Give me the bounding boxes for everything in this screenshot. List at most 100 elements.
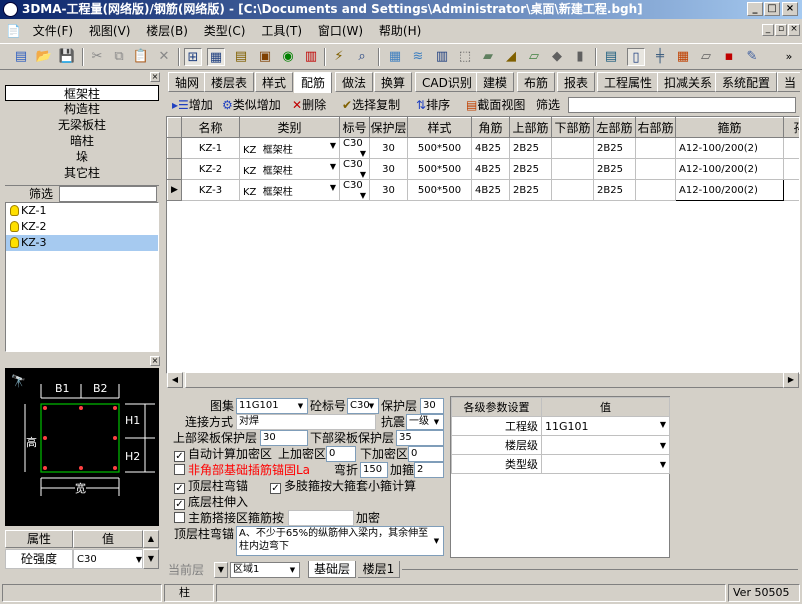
tab-current[interactable]: 当	[777, 72, 800, 92]
grid-view-icon[interactable]: ▤	[232, 48, 250, 66]
cell-style[interactable]: 500*500	[407, 158, 472, 180]
cell-right-bar[interactable]	[635, 179, 676, 201]
tab-axis-grid[interactable]: 轴网	[168, 72, 207, 92]
roof-icon[interactable]: ◆	[548, 48, 566, 66]
overlap-checkbox[interactable]: 主筋搭接区箍筋按	[174, 510, 284, 526]
col-grade[interactable]: 标号	[339, 117, 370, 138]
cell-name[interactable]: KZ-1	[181, 137, 240, 159]
add-stirrup-input[interactable]: 2	[414, 462, 444, 478]
mdi-close-button[interactable]: ×	[788, 24, 800, 36]
col-name[interactable]: 名称	[181, 117, 240, 138]
param-value-select[interactable]: ▼	[541, 454, 670, 474]
tab-cad-recognition[interactable]: CAD识别	[415, 72, 479, 92]
cell-corner-bar[interactable]: 4B25	[471, 179, 510, 201]
cell-left-bar[interactable]: 2B25	[593, 137, 636, 159]
tab-rebar-layout[interactable]: 布筋	[517, 72, 556, 92]
close-button[interactable]: ×	[782, 2, 798, 16]
cell-style[interactable]: 500*500	[407, 137, 472, 159]
image-view-icon[interactable]: ▣	[256, 48, 274, 66]
floor-icon[interactable]: ▱	[525, 48, 543, 66]
mdi-min-button[interactable]: _	[762, 24, 774, 36]
grid-filter-input[interactable]	[568, 97, 796, 113]
document-icon[interactable]: 📄	[0, 20, 23, 42]
stair-icon[interactable]: ▤	[602, 48, 620, 66]
cell-category[interactable]: KZ 框架柱 ▼	[239, 158, 340, 180]
delete-button[interactable]: ✕删除	[292, 95, 326, 115]
cell-left-bar[interactable]: 2B25	[593, 158, 636, 180]
col-style[interactable]: 样式	[407, 117, 472, 138]
category-other-column[interactable]: 其它柱	[5, 165, 159, 181]
toolbar-overflow-icon[interactable]: »	[780, 48, 798, 66]
category-flat-slab-column[interactable]: 无梁板柱	[5, 117, 159, 133]
concrete-grade-select[interactable]: C30 ▼	[347, 398, 379, 414]
copy-icon[interactable]: ⧉	[110, 48, 128, 66]
cell-category[interactable]: KZ 框架柱 ▼	[239, 179, 340, 201]
menu-tools[interactable]: 工具(T)	[255, 20, 308, 42]
filter-input[interactable]	[59, 186, 157, 202]
menu-floor[interactable]: 楼层(B)	[140, 20, 194, 42]
category-frame-column[interactable]: 框架柱	[5, 85, 159, 101]
cell-bottom-bar[interactable]	[551, 179, 594, 201]
floor-dropdown-icon[interactable]: ▼	[214, 562, 228, 578]
cell-grade[interactable]: C30 ▼	[339, 137, 370, 159]
menu-file[interactable]: 文件(F)	[27, 20, 79, 42]
tab-report[interactable]: 报表	[557, 72, 596, 92]
column-icon[interactable]: ▯	[627, 48, 645, 66]
scroll-up-icon[interactable]: ▲	[143, 530, 159, 548]
top-anchor-select[interactable]: A、不少于65%的纵筋伸入梁内，其余伸至柱内边弯下 ▼	[236, 526, 444, 556]
cell-name[interactable]: KZ-2	[181, 158, 240, 180]
cell-cover[interactable]: 30	[369, 137, 408, 159]
delete-icon[interactable]: ✕	[155, 48, 173, 66]
wall-icon[interactable]: ▰	[479, 48, 497, 66]
cell-bottom-bar[interactable]	[551, 158, 594, 180]
paste-icon[interactable]: 📋	[132, 48, 150, 66]
bend-input[interactable]: 150	[360, 462, 388, 478]
stack-icon[interactable]: ≋	[409, 48, 427, 66]
region-select[interactable]: 区域1 ▼	[230, 562, 300, 578]
cell-cover[interactable]: 30	[369, 179, 408, 201]
app-icon[interactable]	[3, 2, 18, 17]
eye-icon[interactable]: ◉	[279, 48, 297, 66]
category-structural-column[interactable]: 构造柱	[5, 101, 159, 117]
close-icon[interactable]: ×	[150, 72, 160, 82]
cell-grade[interactable]: C30 ▼	[339, 179, 370, 201]
noncorner-anchor-checkbox[interactable]: 非角部基础插筋锚固La	[174, 462, 310, 478]
cell-extra[interactable]	[783, 179, 799, 201]
auto-dense-checkbox[interactable]: ✓ 自动计算加密区	[174, 446, 272, 462]
table-row[interactable]: 类型级 ▼	[451, 454, 670, 474]
minimize-button[interactable]: _	[747, 2, 763, 16]
beam-rebar-icon[interactable]: ╪	[651, 48, 669, 66]
cell-top-bar[interactable]: 2B25	[509, 179, 552, 201]
scroll-right-icon[interactable]: ▶	[783, 372, 799, 388]
select-copy-button[interactable]: ✔选择复制	[342, 95, 400, 115]
param-value-select[interactable]: ▼	[541, 435, 670, 455]
upper-dense-input[interactable]: 0	[326, 446, 356, 462]
menu-view[interactable]: 视图(V)	[83, 20, 137, 42]
tab-floor-table[interactable]: 楼层表	[204, 72, 255, 92]
col-corner-bar[interactable]: 角筋	[471, 117, 510, 138]
concrete-strength-select[interactable]: C30 ▼	[73, 549, 143, 569]
col-stirrup[interactable]: 箍筋	[675, 117, 784, 138]
lower-dense-input[interactable]: 0	[408, 446, 444, 462]
scroll-down-icon[interactable]: ▼	[143, 549, 159, 569]
table-view-icon[interactable]: ▦	[207, 48, 225, 66]
top-bend-checkbox[interactable]: ✓ 顶层柱弯锚	[174, 478, 248, 494]
table-row[interactable]: KZ-1 KZ 框架柱 ▼ C30 ▼ 30 500*500 4B25 2B25 2…	[167, 137, 799, 159]
tab-method[interactable]: 做法	[335, 72, 374, 92]
similar-add-button[interactable]: ⚙类似增加	[222, 95, 281, 115]
tab-system-config[interactable]: 系统配置	[715, 72, 778, 92]
row-selector[interactable]	[167, 158, 182, 180]
axis-grid-icon[interactable]: ▦	[386, 48, 404, 66]
cell-category[interactable]: KZ 框架柱 ▼	[239, 137, 340, 159]
category-hidden-column[interactable]: 暗柱	[5, 133, 159, 149]
tree-item[interactable]: KZ-1	[6, 203, 158, 219]
pencil-icon[interactable]: ✎	[743, 48, 761, 66]
cell-corner-bar[interactable]: 4B25	[471, 158, 510, 180]
menu-type[interactable]: 类型(C)	[198, 20, 252, 42]
magic-wand-icon[interactable]: ⚡	[330, 48, 348, 66]
table-row[interactable]: KZ-2 KZ 框架柱 ▼ C30 ▼ 30 500*500 4B25 2B25 2…	[167, 158, 799, 180]
cell-stirrup[interactable]: A12-100/200(2)	[675, 137, 784, 159]
slab-icon[interactable]: ◢	[502, 48, 520, 66]
tab-conversion[interactable]: 换算	[374, 72, 413, 92]
atlas-select[interactable]: 11G101 ▼	[236, 398, 308, 414]
